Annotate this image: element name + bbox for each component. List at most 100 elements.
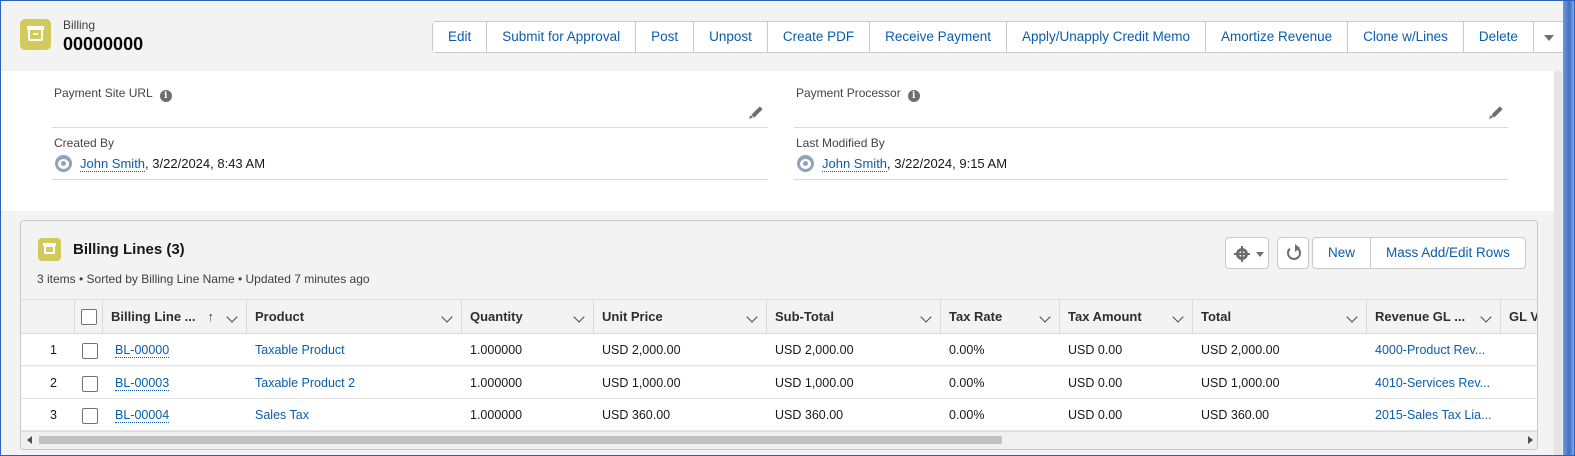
more-actions-button[interactable] [1533, 22, 1564, 52]
field-label: Last Modified By [796, 136, 885, 150]
clone-with-lines-button[interactable]: Clone w/Lines [1348, 22, 1464, 52]
record-title: 00000000 [63, 34, 144, 54]
chevron-down-icon[interactable] [746, 311, 758, 323]
unit-price-cell: USD 360.00 [602, 408, 671, 422]
sub-total-cell: USD 1,000.00 [775, 376, 854, 390]
billing-object-icon [20, 19, 51, 50]
tax-rate-cell: 0.00% [949, 343, 985, 357]
total-cell: USD 360.00 [1201, 408, 1270, 422]
chevron-down-icon[interactable] [226, 311, 238, 323]
column-header-billing-line-name[interactable]: Billing Line ... ↑ [103, 300, 247, 334]
column-header-product[interactable]: Product [247, 300, 462, 334]
pencil-icon[interactable] [1489, 105, 1503, 119]
billing-object-icon [38, 238, 61, 261]
column-header-quantity[interactable]: Quantity [462, 300, 594, 334]
refresh-button[interactable] [1277, 237, 1309, 269]
created-date: 3/22/2024, 8:43 AM [152, 156, 266, 171]
related-list-title[interactable]: Billing Lines (3) [73, 241, 185, 258]
created-by-user-link[interactable]: John Smith [80, 156, 146, 172]
row-checkbox[interactable] [82, 343, 98, 359]
amortize-revenue-button[interactable]: Amortize Revenue [1206, 22, 1349, 52]
table-row[interactable]: 2 BL-00003 Taxable Product 2 1.000000 US… [21, 367, 1537, 399]
new-button[interactable]: New [1313, 238, 1372, 268]
list-settings-button[interactable] [1225, 237, 1269, 269]
chevron-down-icon[interactable] [1480, 311, 1492, 323]
pencil-icon[interactable] [749, 105, 763, 119]
row-checkbox[interactable] [82, 376, 98, 392]
app-frame: Billing 00000000 Edit Submit for Approva… [0, 0, 1575, 456]
chevron-down-icon[interactable] [1346, 311, 1358, 323]
create-pdf-button[interactable]: Create PDF [767, 22, 871, 52]
chevron-down-icon[interactable] [920, 311, 932, 323]
column-header-unit-price[interactable]: Unit Price [594, 300, 767, 334]
list-action-buttons: New Mass Add/Edit Rows [1312, 237, 1526, 269]
field-label: Payment Site URL [54, 86, 153, 100]
column-header-sub-total[interactable]: Sub-Total [767, 300, 941, 334]
gear-icon [1234, 246, 1250, 262]
mass-add-edit-rows-button[interactable]: Mass Add/Edit Rows [1371, 238, 1525, 268]
field-label: Payment Processor [796, 86, 901, 100]
column-header-tax-rate[interactable]: Tax Rate [941, 300, 1060, 334]
record-detail-section: Payment Site URL i Payment Processor i Cre… [1, 71, 1561, 211]
chevron-down-icon[interactable] [573, 311, 585, 323]
row-checkbox[interactable] [82, 408, 98, 424]
revenue-gl-link[interactable]: 2015-Sales Tax Lia... [1367, 399, 1501, 431]
tax-rate-cell: 0.00% [949, 376, 985, 390]
billing-line-link[interactable]: BL-00003 [115, 376, 170, 391]
submit-for-approval-button[interactable]: Submit for Approval [487, 22, 637, 52]
record-header: Billing 00000000 Edit Submit for Approva… [1, 1, 1565, 71]
object-label: Billing [63, 18, 96, 32]
chevron-down-icon[interactable] [441, 311, 453, 323]
payment-site-url-field: Payment Site URL i [52, 86, 768, 128]
table-row[interactable]: 3 BL-00004 Sales Tax 1.000000 USD 360.00… [21, 399, 1537, 431]
tax-rate-cell: 0.00% [949, 408, 985, 422]
horizontal-scrollbar[interactable] [22, 431, 1537, 448]
refresh-icon [1287, 244, 1301, 260]
quantity-cell: 1.000000 [470, 408, 523, 422]
scroll-right-icon[interactable] [1528, 436, 1533, 444]
chevron-down-icon[interactable] [1039, 311, 1051, 323]
info-icon[interactable]: i [907, 90, 920, 102]
tax-amount-cell: USD 0.00 [1068, 408, 1123, 422]
page-scrollbar[interactable] [1554, 71, 1562, 455]
row-number: 2 [50, 376, 57, 390]
billing-line-link[interactable]: BL-00004 [115, 408, 170, 423]
billing-line-link[interactable]: BL-00000 [115, 343, 170, 358]
chevron-down-icon [1543, 35, 1554, 41]
unit-price-cell: USD 2,000.00 [602, 343, 681, 357]
related-list-subtitle: 3 items • Sorted by Billing Line Name • … [37, 272, 370, 286]
select-all-checkbox[interactable] [81, 309, 97, 325]
quantity-cell: 1.000000 [470, 343, 523, 357]
chevron-down-icon[interactable] [1172, 311, 1184, 323]
apply-unapply-credit-memo-button[interactable]: Apply/Unapply Credit Memo [1006, 22, 1207, 52]
last-modified-user-link[interactable]: John Smith [822, 156, 888, 172]
total-cell: USD 1,000.00 [1201, 376, 1280, 390]
column-header-tax-amount[interactable]: Tax Amount [1060, 300, 1193, 334]
revenue-gl-link[interactable]: 4000-Product Rev... [1367, 334, 1501, 366]
row-number: 1 [50, 343, 57, 357]
revenue-gl-link[interactable]: 4010-Services Rev... [1367, 367, 1501, 399]
receive-payment-button[interactable]: Receive Payment [870, 22, 1007, 52]
chevron-down-icon [1256, 252, 1264, 257]
scrollbar-thumb[interactable] [39, 436, 1002, 444]
column-header-gl-variable[interactable]: GL Va [1501, 300, 1537, 334]
delete-button[interactable]: Delete [1463, 22, 1534, 52]
product-link[interactable]: Taxable Product 2 [247, 367, 462, 399]
post-button[interactable]: Post [636, 22, 695, 52]
user-avatar-icon [797, 155, 814, 172]
created-by-field: Created By John Smith, 3/22/2024, 8:43 A… [52, 136, 768, 180]
info-icon[interactable]: i [159, 90, 172, 102]
unpost-button[interactable]: Unpost [694, 22, 768, 52]
edit-button[interactable]: Edit [433, 22, 488, 52]
column-header-revenue-gl[interactable]: Revenue GL ... [1367, 300, 1501, 334]
product-link[interactable]: Sales Tax [247, 399, 462, 431]
table-row[interactable]: 1 BL-00000 Taxable Product 1.000000 USD … [21, 334, 1537, 366]
product-link[interactable]: Taxable Product [247, 334, 462, 366]
sort-up-icon: ↑ [207, 309, 215, 324]
scroll-left-icon[interactable] [27, 436, 32, 444]
last-modified-by-field: Last Modified By John Smith, 3/22/2024, … [794, 136, 1508, 180]
billing-lines-related-list: Billing Lines (3) 3 items • Sorted by Bi… [20, 220, 1538, 450]
column-header-total[interactable]: Total [1193, 300, 1367, 334]
table-header: Billing Line ... ↑ Product Quantity Unit … [21, 299, 1537, 334]
window-edge [1563, 1, 1574, 455]
